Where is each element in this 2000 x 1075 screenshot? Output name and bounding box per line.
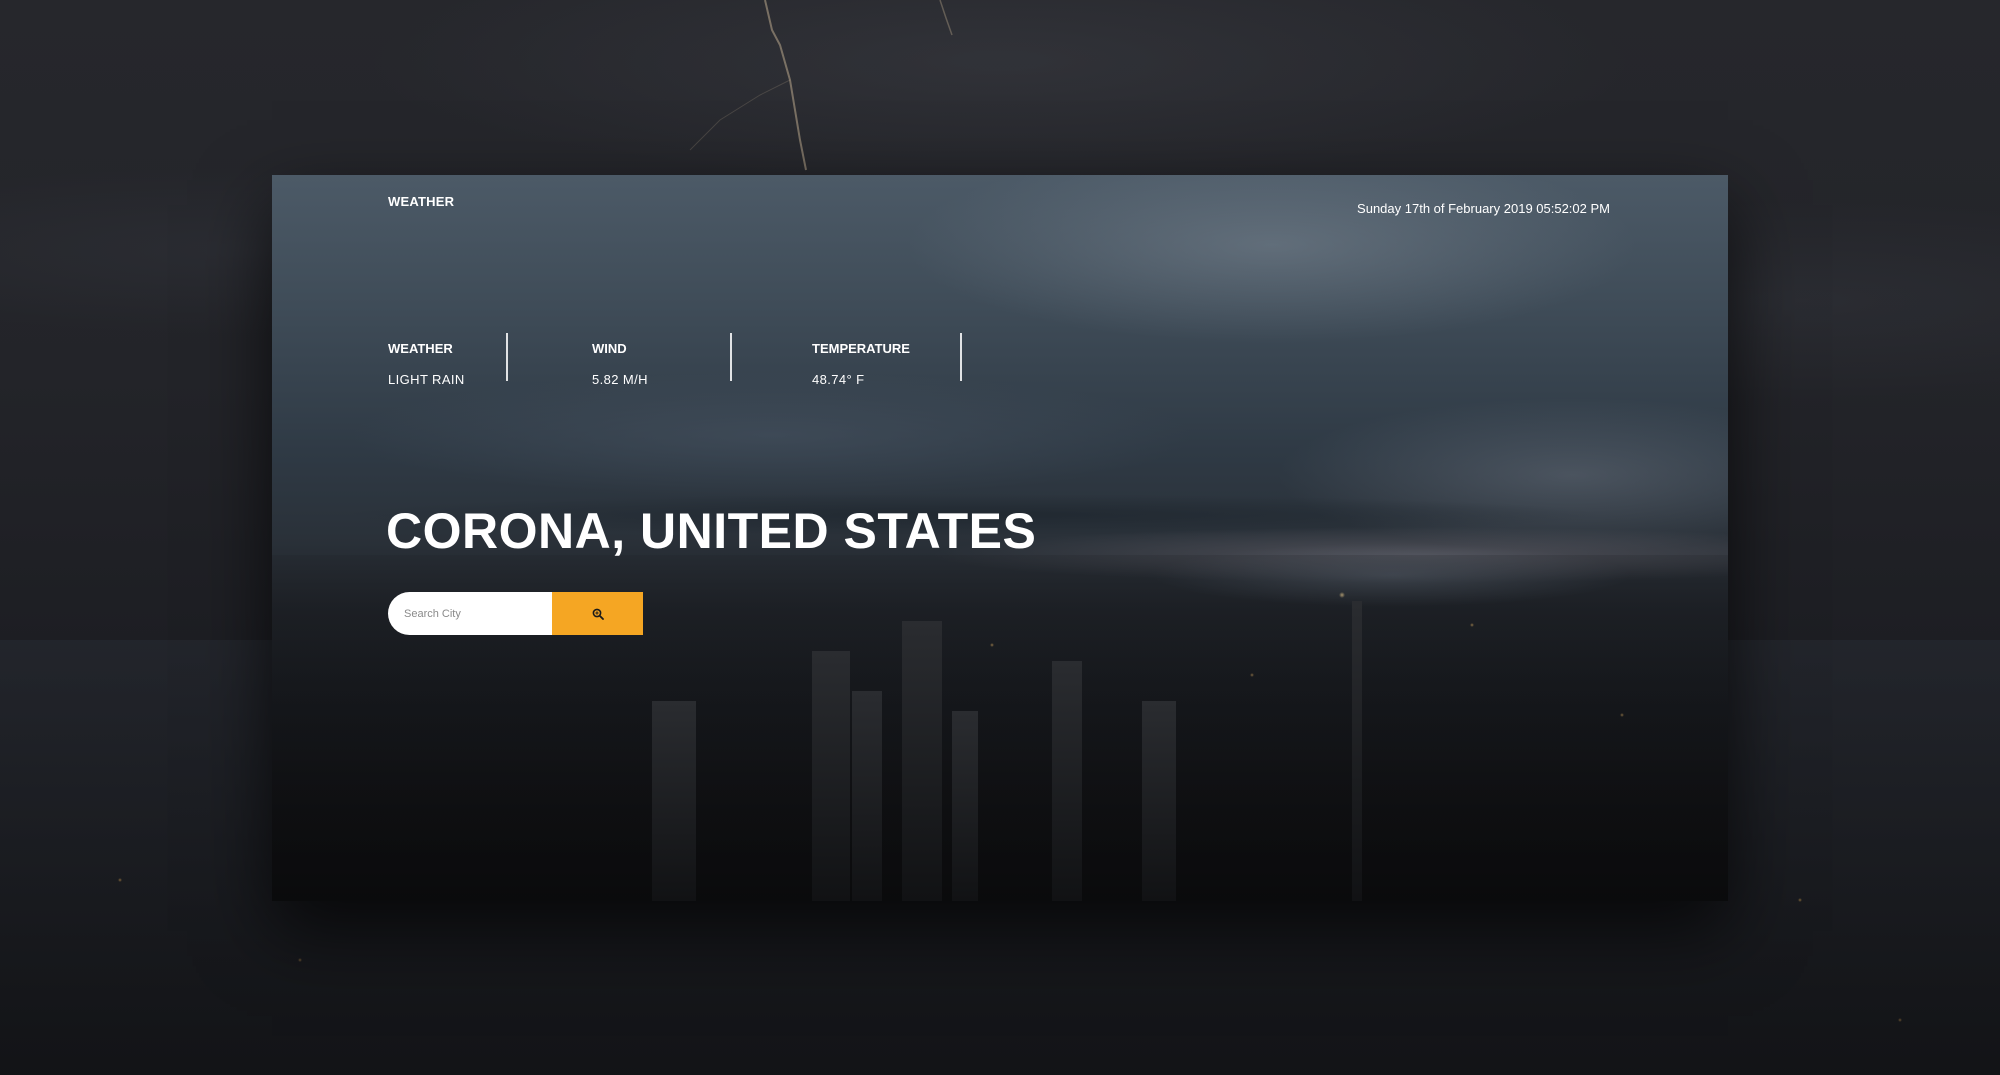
building xyxy=(902,621,942,901)
search-button[interactable] xyxy=(552,592,643,635)
stat-temperature: TEMPERATURE 48.74° F xyxy=(812,333,962,387)
location-title: CORONA, UNITED STATES xyxy=(386,503,1037,559)
building xyxy=(1352,601,1362,901)
building xyxy=(852,691,882,901)
stat-label: WIND xyxy=(592,341,627,356)
search-input[interactable] xyxy=(388,592,552,635)
current-datetime: Sunday 17th of February 2019 05:52:02 PM xyxy=(1357,201,1610,216)
stat-value: 5.82 M/H xyxy=(592,372,648,387)
building xyxy=(1142,701,1176,901)
search-icon xyxy=(592,608,604,620)
building xyxy=(652,701,696,901)
stat-value: 48.74° F xyxy=(812,372,865,387)
building xyxy=(1052,661,1082,901)
divider xyxy=(960,333,962,381)
app-brand[interactable]: WEATHER xyxy=(388,194,454,209)
divider xyxy=(506,333,508,381)
weather-stats: WEATHER LIGHT RAIN WIND 5.82 M/H TEMPERA… xyxy=(388,333,962,387)
building xyxy=(812,651,850,901)
stat-label: TEMPERATURE xyxy=(812,341,910,356)
stat-wind: WIND 5.82 M/H xyxy=(592,333,732,387)
lightning-decoration xyxy=(689,0,953,171)
building xyxy=(952,711,978,901)
weather-card: WEATHER Sunday 17th of February 2019 05:… xyxy=(272,175,1728,901)
divider xyxy=(730,333,732,381)
stat-value: LIGHT RAIN xyxy=(388,372,465,387)
stat-weather: WEATHER LIGHT RAIN xyxy=(388,333,508,387)
stat-label: WEATHER xyxy=(388,341,453,356)
city-search xyxy=(388,592,643,635)
